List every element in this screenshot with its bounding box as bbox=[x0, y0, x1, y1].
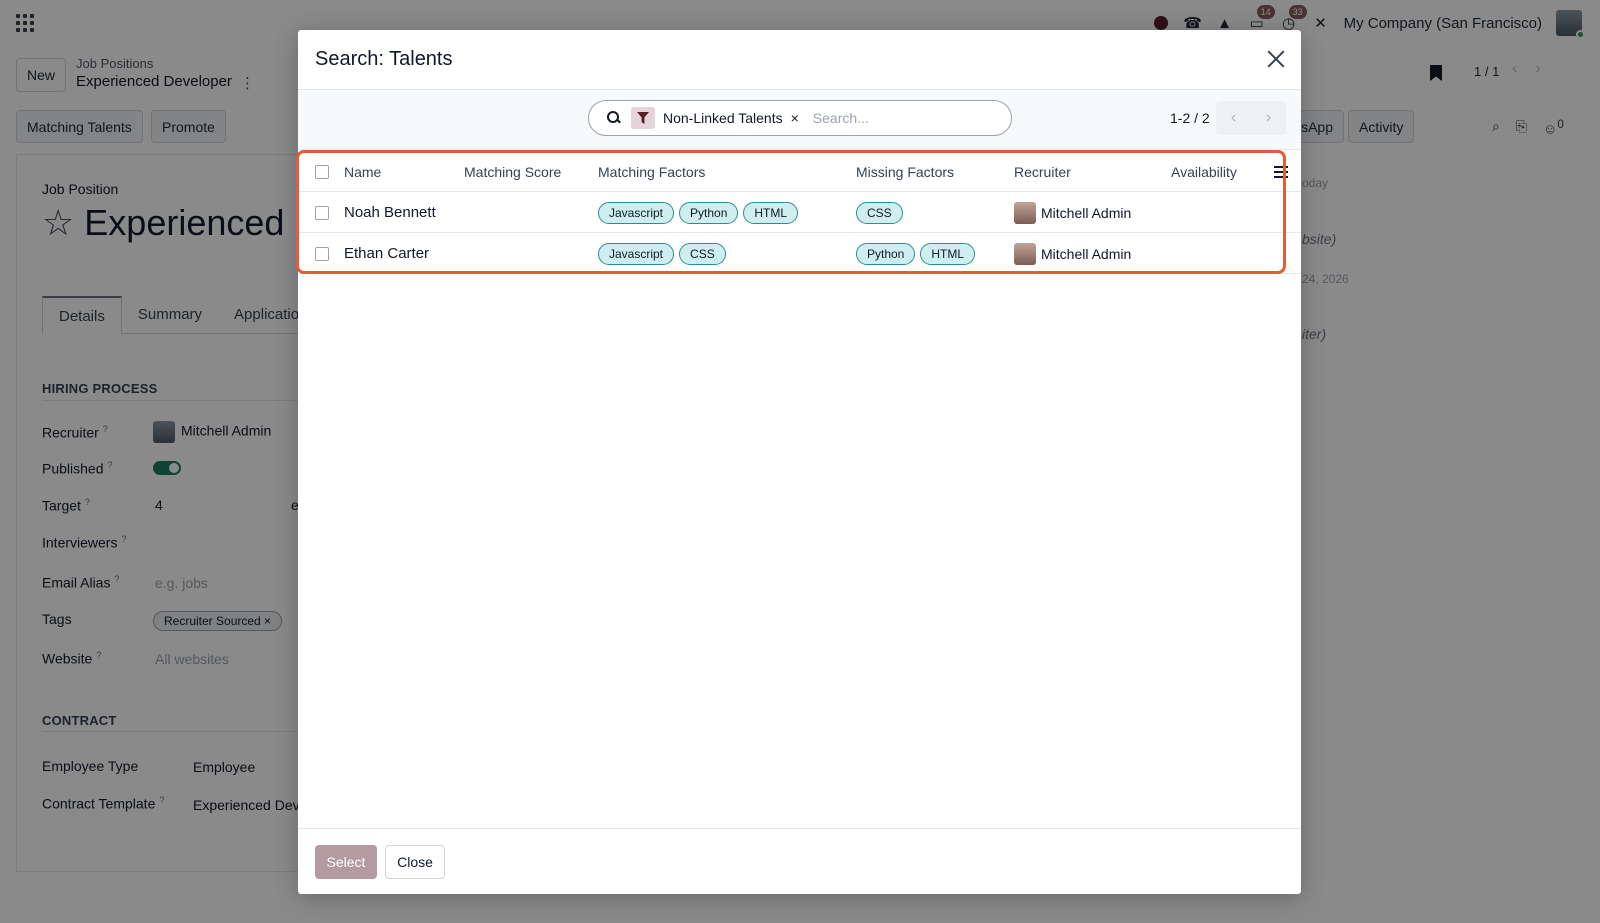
close-icon[interactable] bbox=[1265, 48, 1287, 70]
pager-next-icon[interactable]: › bbox=[1251, 101, 1286, 135]
filter-facet: Non-Linked Talents × bbox=[631, 106, 813, 130]
facet-label: Non-Linked Talents bbox=[663, 110, 783, 126]
dialog-title: Search: Talents bbox=[315, 48, 453, 70]
search-input[interactable] bbox=[812, 110, 993, 126]
filter-icon bbox=[631, 107, 655, 129]
select-button[interactable]: Select bbox=[315, 845, 377, 879]
pager-previous-icon[interactable]: ‹ bbox=[1216, 101, 1251, 135]
dialog-footer: Select Close bbox=[298, 828, 1301, 894]
dialog-pager-value[interactable]: 1-2 / 2 bbox=[1170, 110, 1210, 126]
facet-remove-icon[interactable]: × bbox=[791, 110, 799, 126]
dialog-pager-controls: ‹ › bbox=[1216, 101, 1286, 135]
search-icon[interactable] bbox=[607, 111, 621, 125]
close-button[interactable]: Close bbox=[385, 845, 445, 879]
dialog-header: Search: Talents bbox=[298, 30, 1301, 90]
highlight-box bbox=[296, 150, 1286, 274]
search-bar[interactable]: Non-Linked Talents × bbox=[588, 100, 1012, 136]
search-panel: Non-Linked Talents × 1-2 / 2 ‹ › bbox=[298, 90, 1301, 150]
